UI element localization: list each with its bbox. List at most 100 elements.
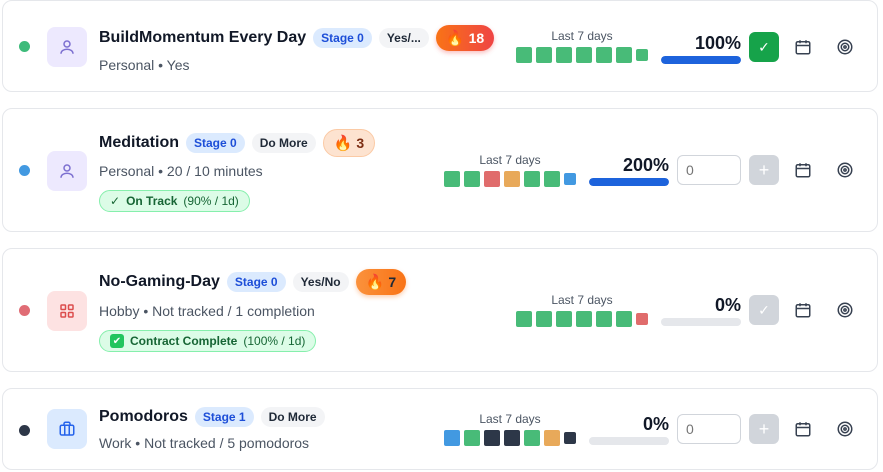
status-label: Contract Complete [130, 334, 238, 348]
target-icon[interactable] [834, 36, 856, 58]
streak-badge: 🔥 7 [355, 269, 407, 295]
calendar-icon[interactable] [792, 299, 814, 321]
day-cell [524, 171, 540, 187]
calendar-icon[interactable] [792, 159, 814, 181]
day-cell [556, 311, 572, 327]
day-cell-today [636, 49, 648, 61]
day-cell [536, 47, 552, 63]
week-label: Last 7 days [551, 293, 613, 307]
day-cell [516, 311, 532, 327]
status-pill-on-track: ✓ On Track (90% / 1d) [99, 190, 250, 212]
day-cell [516, 47, 532, 63]
progress-percent: 100% [694, 33, 741, 53]
mode-badge: Do More [251, 133, 316, 153]
target-icon[interactable] [834, 418, 856, 440]
status-pill-contract-complete: ✔ Contract Complete (100% / 1d) [99, 330, 317, 352]
habit-color-dot [19, 305, 30, 316]
habit-subtitle: Personal • Yes [99, 57, 190, 73]
progress-fill [589, 178, 669, 186]
day-cell [544, 171, 560, 187]
day-cell [536, 311, 552, 327]
progress: 0% [589, 414, 669, 445]
check-icon: ✓ [110, 194, 121, 208]
habit-card: BuildMomentum Every Day Stage 0 Yes/... … [2, 0, 878, 92]
day-cell [544, 430, 560, 446]
amount-input[interactable] [677, 155, 741, 185]
habit-subtitle: Work • Not tracked / 5 pomodoros [99, 435, 310, 451]
habit-subtitle: Personal • 20 / 10 minutes [99, 163, 263, 179]
day-cell [504, 430, 520, 446]
stage-badge: Stage 0 [226, 272, 286, 292]
last-7-days: Last 7 days [444, 412, 576, 446]
habit-card: Pomodoros Stage 1 Do More Work • Not tra… [2, 388, 878, 470]
habit-color-dot [19, 425, 30, 436]
grid-icon [47, 291, 87, 331]
day-cell [464, 171, 480, 187]
week-label: Last 7 days [479, 412, 541, 426]
mode-badge: Yes/No [292, 272, 349, 292]
stage-badge: Stage 0 [313, 28, 372, 48]
streak-count: 3 [356, 135, 365, 151]
amount-input[interactable] [677, 414, 741, 444]
habit-card: Meditation Stage 0 Do More 🔥 3 Personal •… [2, 108, 878, 232]
target-icon[interactable] [834, 299, 856, 321]
day-cell-today [636, 313, 648, 325]
progress-percent: 0% [642, 414, 669, 434]
habit-color-dot [19, 165, 30, 176]
flame-icon: 🔥 [333, 134, 353, 152]
progress-percent: 0% [714, 295, 741, 315]
day-cell [596, 311, 612, 327]
complete-check-button[interactable]: ✓ [749, 32, 779, 62]
streak-badge: 🔥 18 [435, 25, 495, 51]
day-cell [484, 171, 500, 187]
mode-badge: Yes/... [378, 28, 429, 48]
complete-check-button[interactable]: ✓ [749, 295, 779, 325]
day-cell-today [564, 173, 576, 185]
day-cell [596, 47, 612, 63]
briefcase-icon [47, 409, 87, 449]
week-label: Last 7 days [479, 153, 541, 167]
progress: 200% [589, 155, 669, 186]
habit-title[interactable]: No-Gaming-Day [99, 273, 220, 291]
progress: 0% [661, 295, 741, 326]
stage-badge: Stage 0 [186, 133, 245, 153]
day-cell [484, 430, 500, 446]
day-cell [504, 171, 520, 187]
target-icon[interactable] [834, 159, 856, 181]
add-button[interactable]: + [749, 155, 779, 185]
habit-title[interactable]: Meditation [99, 134, 179, 152]
day-cell [616, 311, 632, 327]
mode-badge: Do More [260, 407, 325, 427]
habit-subtitle: Hobby • Not tracked / 1 completion [99, 303, 315, 319]
streak-count: 7 [388, 274, 397, 290]
check-box-icon: ✔ [110, 334, 124, 348]
habit-title[interactable]: Pomodoros [99, 408, 188, 426]
status-label: On Track [126, 194, 178, 208]
week-label: Last 7 days [551, 29, 613, 43]
day-cell [524, 430, 540, 446]
status-detail: (100% / 1d) [243, 334, 306, 348]
last-7-days: Last 7 days [516, 29, 648, 63]
day-cell [616, 47, 632, 63]
calendar-icon[interactable] [792, 36, 814, 58]
habit-title[interactable]: BuildMomentum Every Day [99, 29, 306, 47]
day-cell [576, 311, 592, 327]
day-cell [444, 171, 460, 187]
stage-badge: Stage 1 [194, 407, 254, 427]
day-cell [556, 47, 572, 63]
person-icon [47, 151, 87, 191]
habit-card: No-Gaming-Day Stage 0 Yes/No 🔥 7 Hobby • … [2, 248, 878, 372]
person-icon [47, 27, 87, 67]
flame-icon: 🔥 [445, 29, 465, 47]
day-cell [576, 47, 592, 63]
streak-count: 18 [468, 30, 485, 46]
streak-badge: 🔥 3 [322, 129, 376, 157]
add-button[interactable]: + [749, 414, 779, 444]
calendar-icon[interactable] [792, 418, 814, 440]
progress: 100% [661, 33, 741, 64]
last-7-days: Last 7 days [444, 153, 576, 187]
status-detail: (90% / 1d) [183, 194, 239, 208]
flame-icon: 🔥 [365, 273, 385, 291]
habit-color-dot [19, 41, 30, 52]
day-cell [444, 430, 460, 446]
